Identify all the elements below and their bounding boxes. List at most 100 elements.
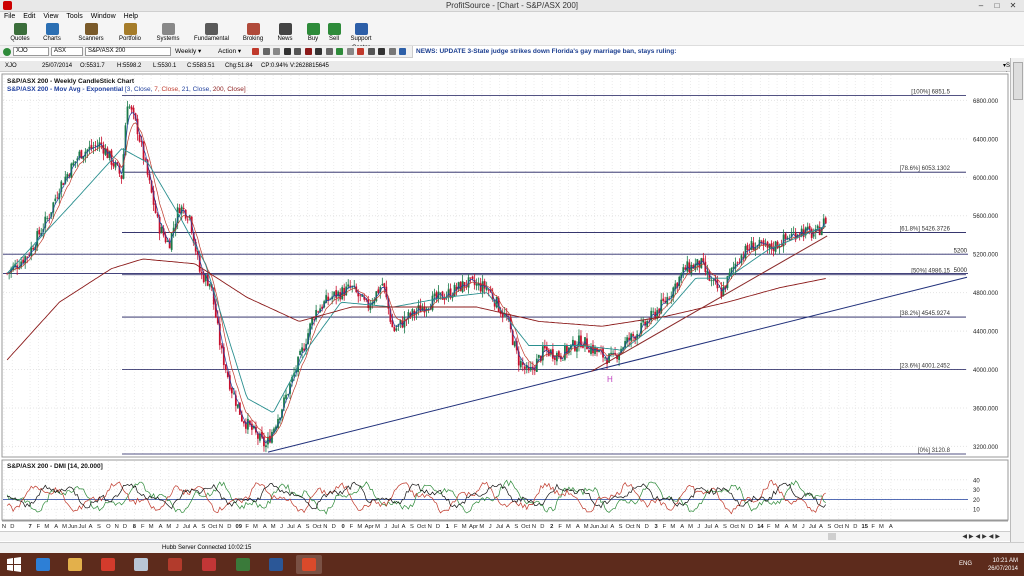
chart-tool-icon[interactable] <box>315 48 322 55</box>
y-tick-label: 3600.000 <box>973 406 999 412</box>
candle-body <box>688 262 691 273</box>
x-tick-label: 7 <box>28 524 31 530</box>
y-tick-label: 5600.000 <box>973 214 999 220</box>
scanners-button[interactable]: Scanners <box>74 23 108 45</box>
candle-body <box>186 219 189 221</box>
clock[interactable]: 10:21 AM 26/07/2014 <box>988 557 1018 573</box>
portfolio-button[interactable]: Portfolio <box>113 23 147 45</box>
symbol-bar: XJO ASX S&P/ASX 200 Weekly ▾ Action ▾ NE… <box>0 46 1024 58</box>
x-tick-label: Jul <box>392 524 399 530</box>
candle-body <box>469 277 472 279</box>
menu-item-tools[interactable]: Tools <box>66 12 82 22</box>
quotes-button[interactable]: Quotes <box>3 23 37 45</box>
chart-tool-icon[interactable] <box>325 48 333 55</box>
x-tick-label: F <box>141 524 145 530</box>
taskbar-photo-app[interactable] <box>196 555 222 574</box>
sell-icon <box>327 23 341 35</box>
candle-body <box>72 162 75 166</box>
maximize-icon[interactable]: □ <box>989 0 1005 11</box>
y-tick-label: 6400.000 <box>973 137 999 143</box>
chart-tool-icon[interactable] <box>294 48 301 55</box>
support-center-button[interactable]: Support Center <box>344 23 378 51</box>
charts-button[interactable]: Charts <box>35 23 69 45</box>
menu-item-help[interactable]: Help <box>124 12 138 22</box>
side-panel-tab[interactable] <box>1013 62 1023 100</box>
candle-body <box>736 262 739 264</box>
fib-level-label: [61.8%] 5426.3726 <box>900 226 951 232</box>
broking-button[interactable]: Broking <box>236 23 270 45</box>
candle-body <box>224 364 227 371</box>
chart-tool-icon[interactable] <box>346 48 354 55</box>
file-explorer-icon <box>68 558 82 571</box>
broking-label: Broking <box>242 36 264 42</box>
chart-tool-icon[interactable] <box>357 48 364 55</box>
symbol-name-field: S&P/ASX 200 <box>85 47 171 56</box>
close-icon[interactable]: ✕ <box>1005 0 1021 11</box>
taskbar-notepad[interactable] <box>128 555 154 574</box>
chart-tool-icon[interactable] <box>399 48 406 55</box>
chart-tool-icon[interactable] <box>252 48 259 55</box>
menu-item-window[interactable]: Window <box>91 12 116 22</box>
chart-area[interactable]: 3200.000 3600.000 4000.000 4400.000 4800.000… <box>0 72 1010 531</box>
chart-tool-icon[interactable] <box>367 48 375 55</box>
chart-scrollbar[interactable]: ◀▶◀▶◀▶ <box>0 531 1010 541</box>
candle-body <box>395 328 398 331</box>
period-select[interactable]: Weekly ▾ <box>175 47 201 57</box>
taskbar-profitsource[interactable] <box>296 555 322 574</box>
exchange-select[interactable]: ASX <box>51 47 83 56</box>
x-tick-label: N <box>428 524 432 530</box>
fundamental-button[interactable]: Fundamental <box>194 23 229 45</box>
x-tick-label: F <box>558 524 562 530</box>
candle-body <box>475 283 478 286</box>
chart-tool-icon[interactable] <box>378 48 385 55</box>
scrollbar-thumb[interactable] <box>828 533 836 540</box>
window-title: ProfitSource - [Chart - S&P/ASX 200] <box>445 1 579 10</box>
chart-tool-icon[interactable] <box>304 48 312 55</box>
x-tick-label: M <box>584 524 589 530</box>
candle-body <box>610 352 612 355</box>
dmi-tick-label: 20 <box>973 498 980 504</box>
x-tick-label: J <box>176 524 179 530</box>
chart-tool-icon[interactable] <box>262 48 270 55</box>
x-tick-label: J <box>384 524 387 530</box>
x-tick-label: O <box>106 524 111 530</box>
x-tick-label: 2 <box>550 524 553 530</box>
candle-body <box>232 393 235 395</box>
action-menu[interactable]: Action ▾ <box>218 47 241 57</box>
chart-tool-icon[interactable] <box>283 48 291 55</box>
minimize-icon[interactable]: – <box>973 0 989 11</box>
x-tick-label: Apr <box>365 524 374 530</box>
symbol-code-input[interactable]: XJO <box>13 47 49 56</box>
chart-tool-icon[interactable] <box>273 48 280 55</box>
x-tick-label: A <box>297 524 301 530</box>
menu-item-view[interactable]: View <box>43 12 58 22</box>
x-tick-label: D <box>749 524 753 530</box>
windows-start-icon[interactable] <box>6 557 22 572</box>
candle-body <box>138 134 141 142</box>
show-last-toggle[interactable]: ▾ Show Last <box>1003 62 1021 78</box>
taskbar-file-explorer[interactable] <box>62 555 88 574</box>
language-indicator[interactable]: ENG <box>959 561 972 567</box>
news-ticker[interactable]: NEWS: UPDATE 3-State judge strikes down … <box>412 46 1024 58</box>
taskbar-chrome[interactable] <box>95 555 121 574</box>
systems-button[interactable]: Systems <box>151 23 185 45</box>
x-tick-label: N <box>532 524 536 530</box>
taskbar-pdf-reader[interactable] <box>162 555 188 574</box>
x-tick-label: A <box>159 524 163 530</box>
x-tick-label: N <box>845 524 849 530</box>
taskbar-word[interactable] <box>263 555 289 574</box>
fib-level-label: [0%] 3120.8 <box>918 448 951 454</box>
menu-item-edit[interactable]: Edit <box>23 12 35 22</box>
taskbar-chart-app[interactable] <box>230 555 256 574</box>
chart-tool-icon[interactable] <box>388 48 396 55</box>
menu-item-file[interactable]: File <box>4 12 15 22</box>
quote-high: H:5598.2 <box>117 63 142 69</box>
candle-body <box>100 142 103 145</box>
chart-tool-icon[interactable] <box>336 48 343 55</box>
candle-body <box>439 292 442 294</box>
candle-body <box>170 232 173 250</box>
main-toolbar: Quotes Charts Scanners Portfolio Systems Fund… <box>0 22 1024 51</box>
overlay-param: 7, Close, <box>154 86 181 93</box>
candle-body <box>662 298 665 301</box>
taskbar-internet-explorer[interactable] <box>30 555 56 574</box>
